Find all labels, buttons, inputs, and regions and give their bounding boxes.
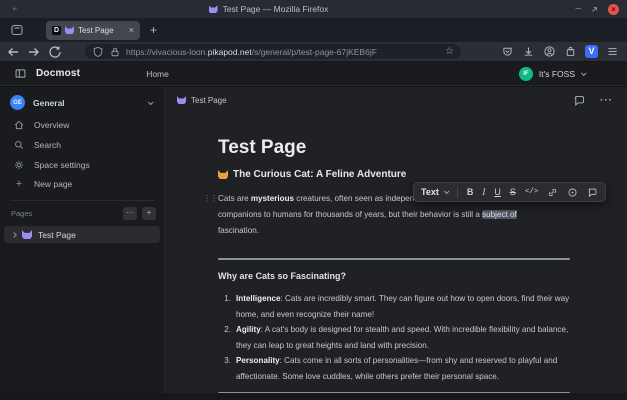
- sidebar-item-space-settings[interactable]: Space settings: [0, 155, 164, 175]
- pocket-icon[interactable]: [501, 45, 514, 58]
- doc-subheading: Why are Cats so Fascinating?: [218, 271, 570, 281]
- firefox-view-icon[interactable]: [10, 23, 24, 37]
- tab-bar: D Test Page × +: [0, 18, 627, 42]
- browser-tab[interactable]: D Test Page ×: [46, 21, 140, 40]
- window-titlebar: + Test Page — Mozilla Firefox – ×: [0, 0, 627, 18]
- chevron-down-icon: [444, 188, 450, 194]
- close-button[interactable]: ×: [608, 4, 619, 15]
- home-link[interactable]: Home: [146, 69, 169, 79]
- navigation-toolbar: https://vivacious-loon.pikapod.net/s/gen…: [0, 42, 627, 62]
- cat-emoji-icon: [218, 170, 228, 179]
- chevron-down-icon: [148, 99, 154, 105]
- link-icon[interactable]: [547, 187, 558, 198]
- pages-section-header: Pages ··· +: [0, 201, 164, 224]
- account-menu[interactable]: IF It's FOSS: [519, 67, 585, 81]
- forward-button[interactable]: [26, 44, 42, 60]
- url-bar[interactable]: https://vivacious-loon.pikapod.net/s/gen…: [85, 44, 461, 59]
- account-icon[interactable]: [543, 45, 556, 58]
- minimize-button[interactable]: –: [575, 4, 581, 14]
- shield-icon[interactable]: [92, 46, 104, 58]
- paragraph-line-3: fascination.: [218, 223, 570, 239]
- gear-icon: [13, 159, 25, 171]
- drag-handle-icon[interactable]: ⋮⋮: [203, 193, 217, 204]
- desktop-edge: [0, 393, 627, 400]
- plus-icon: +: [13, 179, 25, 189]
- window-title: Test Page — Mozilla Firefox: [223, 4, 329, 14]
- page-title[interactable]: Test Page: [218, 137, 570, 159]
- page-emoji-icon: [177, 96, 186, 104]
- new-tab-button[interactable]: +: [150, 24, 157, 36]
- document[interactable]: Test Page The Curious Cat: A Feline Adve…: [218, 137, 570, 394]
- menu-hamburger-icon[interactable]: [606, 45, 619, 58]
- horizontal-rule: [218, 258, 570, 260]
- sidebar-item-overview[interactable]: Overview: [0, 115, 164, 135]
- sidebar-item-search[interactable]: Search: [0, 135, 164, 155]
- extension-v-icon[interactable]: V: [585, 45, 598, 58]
- sidebar-toggle-icon[interactable]: [14, 67, 27, 80]
- window-menu-icon[interactable]: +: [12, 5, 17, 13]
- url-text: https://vivacious-loon.pikapod.net/s/gen…: [126, 47, 440, 57]
- code-button[interactable]: </>: [525, 188, 539, 196]
- bubble-toolbar: Text B I U S </>: [413, 182, 606, 202]
- pages-add-button[interactable]: +: [142, 207, 156, 220]
- docmost-favicon: D: [52, 26, 61, 35]
- home-icon: [13, 119, 25, 131]
- list-item: 1. Intelligence: Cats are incredibly sma…: [218, 291, 570, 322]
- tab-title: Test Page: [78, 26, 125, 35]
- lock-icon[interactable]: [109, 46, 121, 58]
- pages-more-button[interactable]: ···: [123, 207, 137, 220]
- pages-label: Pages: [11, 209, 118, 218]
- docmost-header: Docmost Home IF It's FOSS: [0, 62, 627, 86]
- tab-close-icon[interactable]: ×: [129, 26, 134, 35]
- page-emoji-icon: [209, 5, 218, 13]
- account-avatar: IF: [519, 67, 533, 81]
- extensions-puzzle-icon[interactable]: [564, 45, 577, 58]
- toolbar-divider: [457, 187, 458, 198]
- reload-button[interactable]: [47, 44, 63, 60]
- chevron-right-icon[interactable]: [11, 232, 17, 238]
- space-switcher[interactable]: GE General: [0, 90, 164, 115]
- ordered-list: 1. Intelligence: Cats are incredibly sma…: [218, 291, 570, 385]
- list-item: 2. Agility: A cat's body is designed for…: [218, 322, 570, 353]
- tab-page-emoji-icon: [65, 26, 74, 34]
- editor-area: Test Page ··· Test Page The Curious Cat:…: [165, 87, 627, 393]
- comments-icon[interactable]: [573, 94, 586, 107]
- account-name: It's FOSS: [539, 69, 575, 79]
- space-name: General: [33, 98, 140, 108]
- page-more-button[interactable]: ···: [600, 95, 613, 106]
- underline-button[interactable]: U: [494, 187, 501, 197]
- page-emoji-icon: [22, 230, 32, 239]
- firefox-window: + Test Page — Mozilla Firefox – × D Test…: [0, 0, 627, 400]
- back-button[interactable]: [5, 44, 21, 60]
- strikethrough-button[interactable]: S: [510, 187, 516, 197]
- text-style-dropdown[interactable]: Text: [421, 187, 448, 197]
- space-avatar: GE: [10, 95, 25, 110]
- breadcrumb[interactable]: Test Page: [177, 96, 227, 105]
- chevron-down-icon: [581, 70, 587, 76]
- paragraph-line-2: companions to humans for thousands of ye…: [218, 207, 570, 223]
- text-selection: subject of: [482, 210, 517, 219]
- page-header: Test Page ···: [165, 87, 627, 113]
- bold-button[interactable]: B: [467, 187, 474, 197]
- doc-heading: The Curious Cat: A Feline Adventure: [218, 168, 570, 181]
- list-item: 3. Personality: Cats come in all sorts o…: [218, 353, 570, 384]
- brand-docmost[interactable]: Docmost: [36, 68, 80, 79]
- search-icon: [13, 139, 25, 151]
- color-palette-icon[interactable]: [567, 187, 578, 198]
- bookmark-star-icon[interactable]: ☆: [445, 47, 454, 57]
- page-tree-item-test-page[interactable]: Test Page: [4, 226, 160, 243]
- italic-button[interactable]: I: [482, 187, 485, 197]
- sidebar: GE General Overview Search Spa: [0, 87, 165, 393]
- maximize-button[interactable]: [590, 5, 599, 14]
- sidebar-item-new-page[interactable]: + New page: [0, 175, 164, 193]
- comment-icon[interactable]: [587, 187, 598, 198]
- downloads-icon[interactable]: [522, 45, 535, 58]
